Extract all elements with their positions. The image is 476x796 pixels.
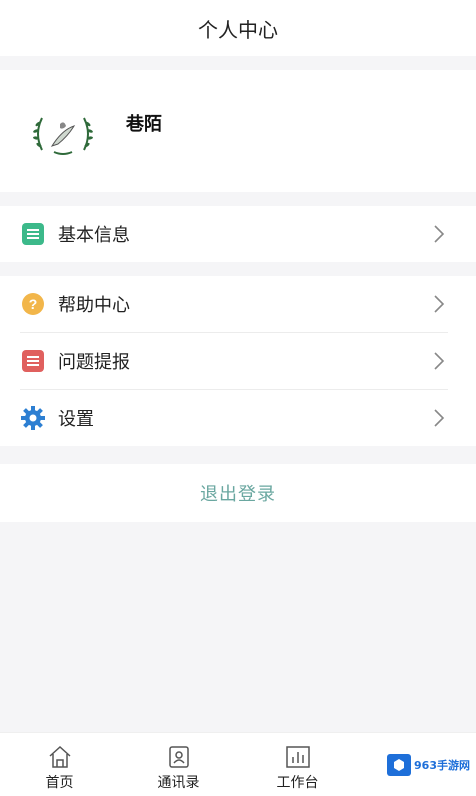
menu-item-label: 帮助中心 [58,295,130,316]
dashboard-icon [285,746,310,768]
watermark-text: 963手游网 [414,759,470,772]
chevron-right-icon [434,295,445,313]
tab-contacts[interactable]: 通讯录 [119,733,238,796]
contacts-icon [168,746,189,768]
home-icon [48,745,71,768]
page-header: 个人中心 [0,0,476,56]
menu-item-label: 设置 [58,409,94,430]
profile-card[interactable]: 巷陌 [0,70,476,192]
clipboard-icon [20,221,46,247]
menu-item-label: 问题提报 [58,352,130,373]
page-title: 个人中心 [198,17,278,42]
tab-label: 首页 [45,775,74,791]
help-icon: ? [20,291,46,317]
menu-item-help-center[interactable]: ? 帮助中心 [0,276,476,332]
chevron-right-icon [434,225,445,243]
menu-item-issue-report[interactable]: 问题提报 [0,333,476,389]
wreath-logo-icon [33,117,93,155]
tab-label: 通讯录 [157,775,200,791]
watermark: 963手游网 [387,754,470,776]
basic-section: 基本信息 [0,206,476,262]
tab-workbench[interactable]: 工作台 [238,733,357,796]
support-section: ? 帮助中心 问题提报 设置 [0,276,476,446]
report-icon [20,348,46,374]
svg-text:?: ? [29,296,38,312]
chevron-right-icon [434,352,445,370]
gear-icon [20,405,46,431]
tab-label: 工作台 [276,775,319,791]
user-name: 巷陌 [126,114,162,135]
menu-item-basic-info[interactable]: 基本信息 [0,206,476,262]
menu-item-label: 基本信息 [58,225,130,246]
watermark-logo-icon [387,754,412,776]
menu-item-settings[interactable]: 设置 [0,390,476,446]
tab-home[interactable]: 首页 [0,733,119,796]
chevron-right-icon [434,409,445,427]
logout-button[interactable]: 退出登录 [0,464,476,522]
